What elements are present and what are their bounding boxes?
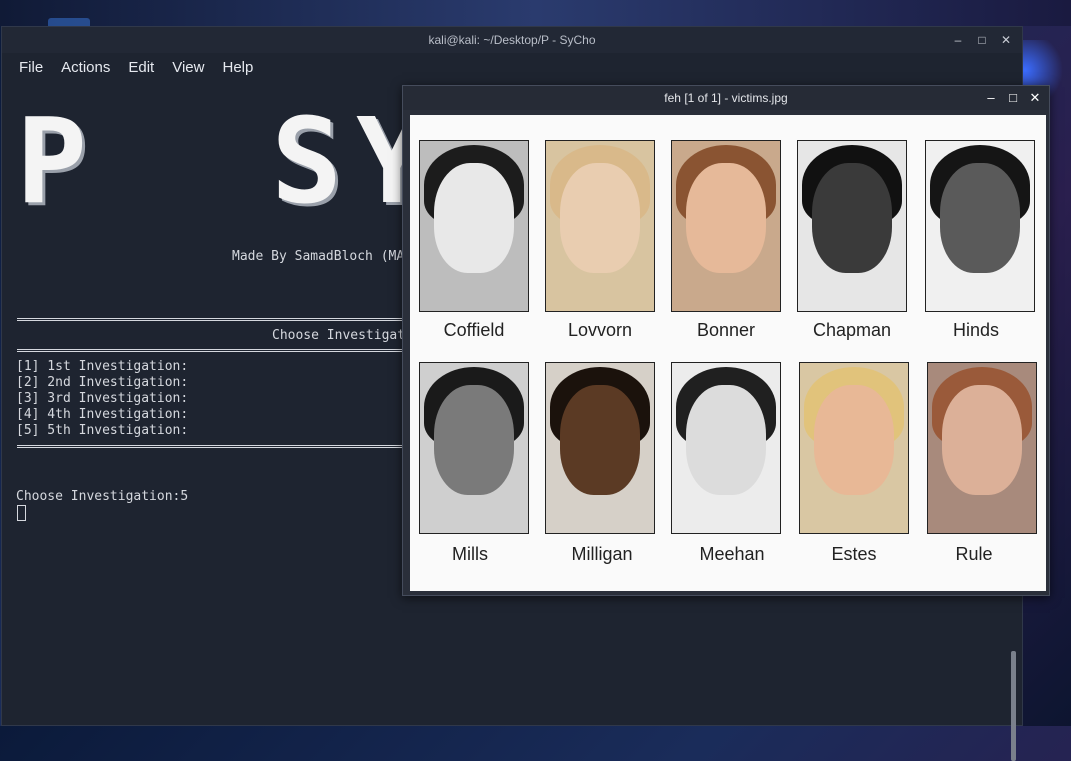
minimize-icon[interactable]: – <box>952 27 964 53</box>
photo <box>671 140 781 312</box>
option-4: [4] 4th Investigation: <box>16 407 189 422</box>
made-by-text: Made By SamadBloch (MA <box>232 249 405 264</box>
photo <box>545 140 655 312</box>
option-3: [3] 3rd Investigation: <box>16 391 189 406</box>
terminal-titlebar[interactable]: kali@kali: ~/Desktop/P - SyCho – □ ✕ <box>2 27 1022 53</box>
victim-name: Chapman <box>812 320 892 340</box>
photo <box>419 362 529 534</box>
photo <box>419 140 529 312</box>
choose-header: Choose Investigati <box>272 328 413 343</box>
photo <box>671 362 781 534</box>
victim-name: Lovvorn <box>567 320 633 340</box>
divider <box>17 445 407 448</box>
victim-name: Bonner <box>696 320 756 340</box>
scrollbar[interactable] <box>1011 651 1016 761</box>
photo <box>927 362 1037 534</box>
option-2: [2] 2nd Investigation: <box>16 375 189 390</box>
victim-name: Meehan <box>699 544 765 564</box>
photo <box>545 362 655 534</box>
menu-actions[interactable]: Actions <box>61 59 110 76</box>
menu-view[interactable]: View <box>172 59 204 76</box>
photo <box>925 140 1035 312</box>
terminal-title: kali@kali: ~/Desktop/P - SyCho <box>428 33 596 47</box>
option-1: [1] 1st Investigation: <box>16 359 189 374</box>
victim-name: Coffield <box>443 320 505 340</box>
divider <box>17 318 407 321</box>
victim-name: Estes <box>831 544 877 564</box>
divider <box>17 349 407 352</box>
feh-window[interactable]: feh [1 of 1] - victims.jpg – □ ✕ Coffiel… <box>402 85 1050 596</box>
maximize-icon[interactable]: □ <box>976 27 988 53</box>
menu-file[interactable]: File <box>19 59 43 76</box>
victims-image: Coffield Lovvorn Bonner Chapman Hinds Mi… <box>410 115 1046 591</box>
desktop-top-bar <box>0 0 1071 26</box>
victim-name: Mills <box>452 544 488 564</box>
text-cursor[interactable] <box>17 505 26 521</box>
input-prompt: Choose Investigation:5 <box>16 489 189 504</box>
menu-edit[interactable]: Edit <box>128 59 154 76</box>
maximize-icon[interactable]: □ <box>1007 86 1019 110</box>
victim-name: Rule <box>955 544 993 564</box>
close-icon[interactable]: ✕ <box>1029 86 1041 110</box>
option-5: [5] 5th Investigation: <box>16 423 189 438</box>
photo <box>797 140 907 312</box>
feh-title: feh [1 of 1] - victims.jpg <box>664 91 788 105</box>
feh-titlebar[interactable]: feh [1 of 1] - victims.jpg – □ ✕ <box>403 86 1049 110</box>
victim-name: Milligan <box>571 544 633 564</box>
terminal-menubar: File Actions Edit View Help <box>2 53 1022 81</box>
photo <box>799 362 909 534</box>
victim-name: Hinds <box>952 320 1000 340</box>
close-icon[interactable]: ✕ <box>1000 27 1012 53</box>
minimize-icon[interactable]: – <box>985 86 997 110</box>
menu-help[interactable]: Help <box>222 59 253 76</box>
